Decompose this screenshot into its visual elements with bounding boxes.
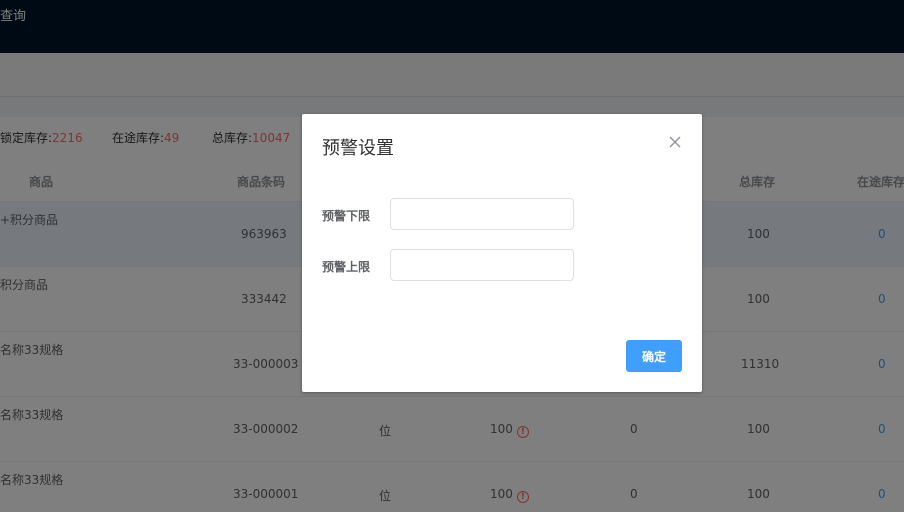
warning-settings-dialog: 预警设置 预警下限 预警上限 确定	[302, 114, 702, 392]
close-icon[interactable]	[668, 135, 682, 149]
upper-limit-label: 预警上限	[322, 260, 371, 274]
dialog-title: 预警设置	[322, 138, 394, 159]
confirm-button[interactable]: 确定	[626, 340, 682, 372]
upper-limit-input[interactable]	[390, 249, 574, 281]
lower-limit-label: 预警下限	[322, 209, 371, 223]
lower-limit-input[interactable]	[390, 198, 574, 230]
